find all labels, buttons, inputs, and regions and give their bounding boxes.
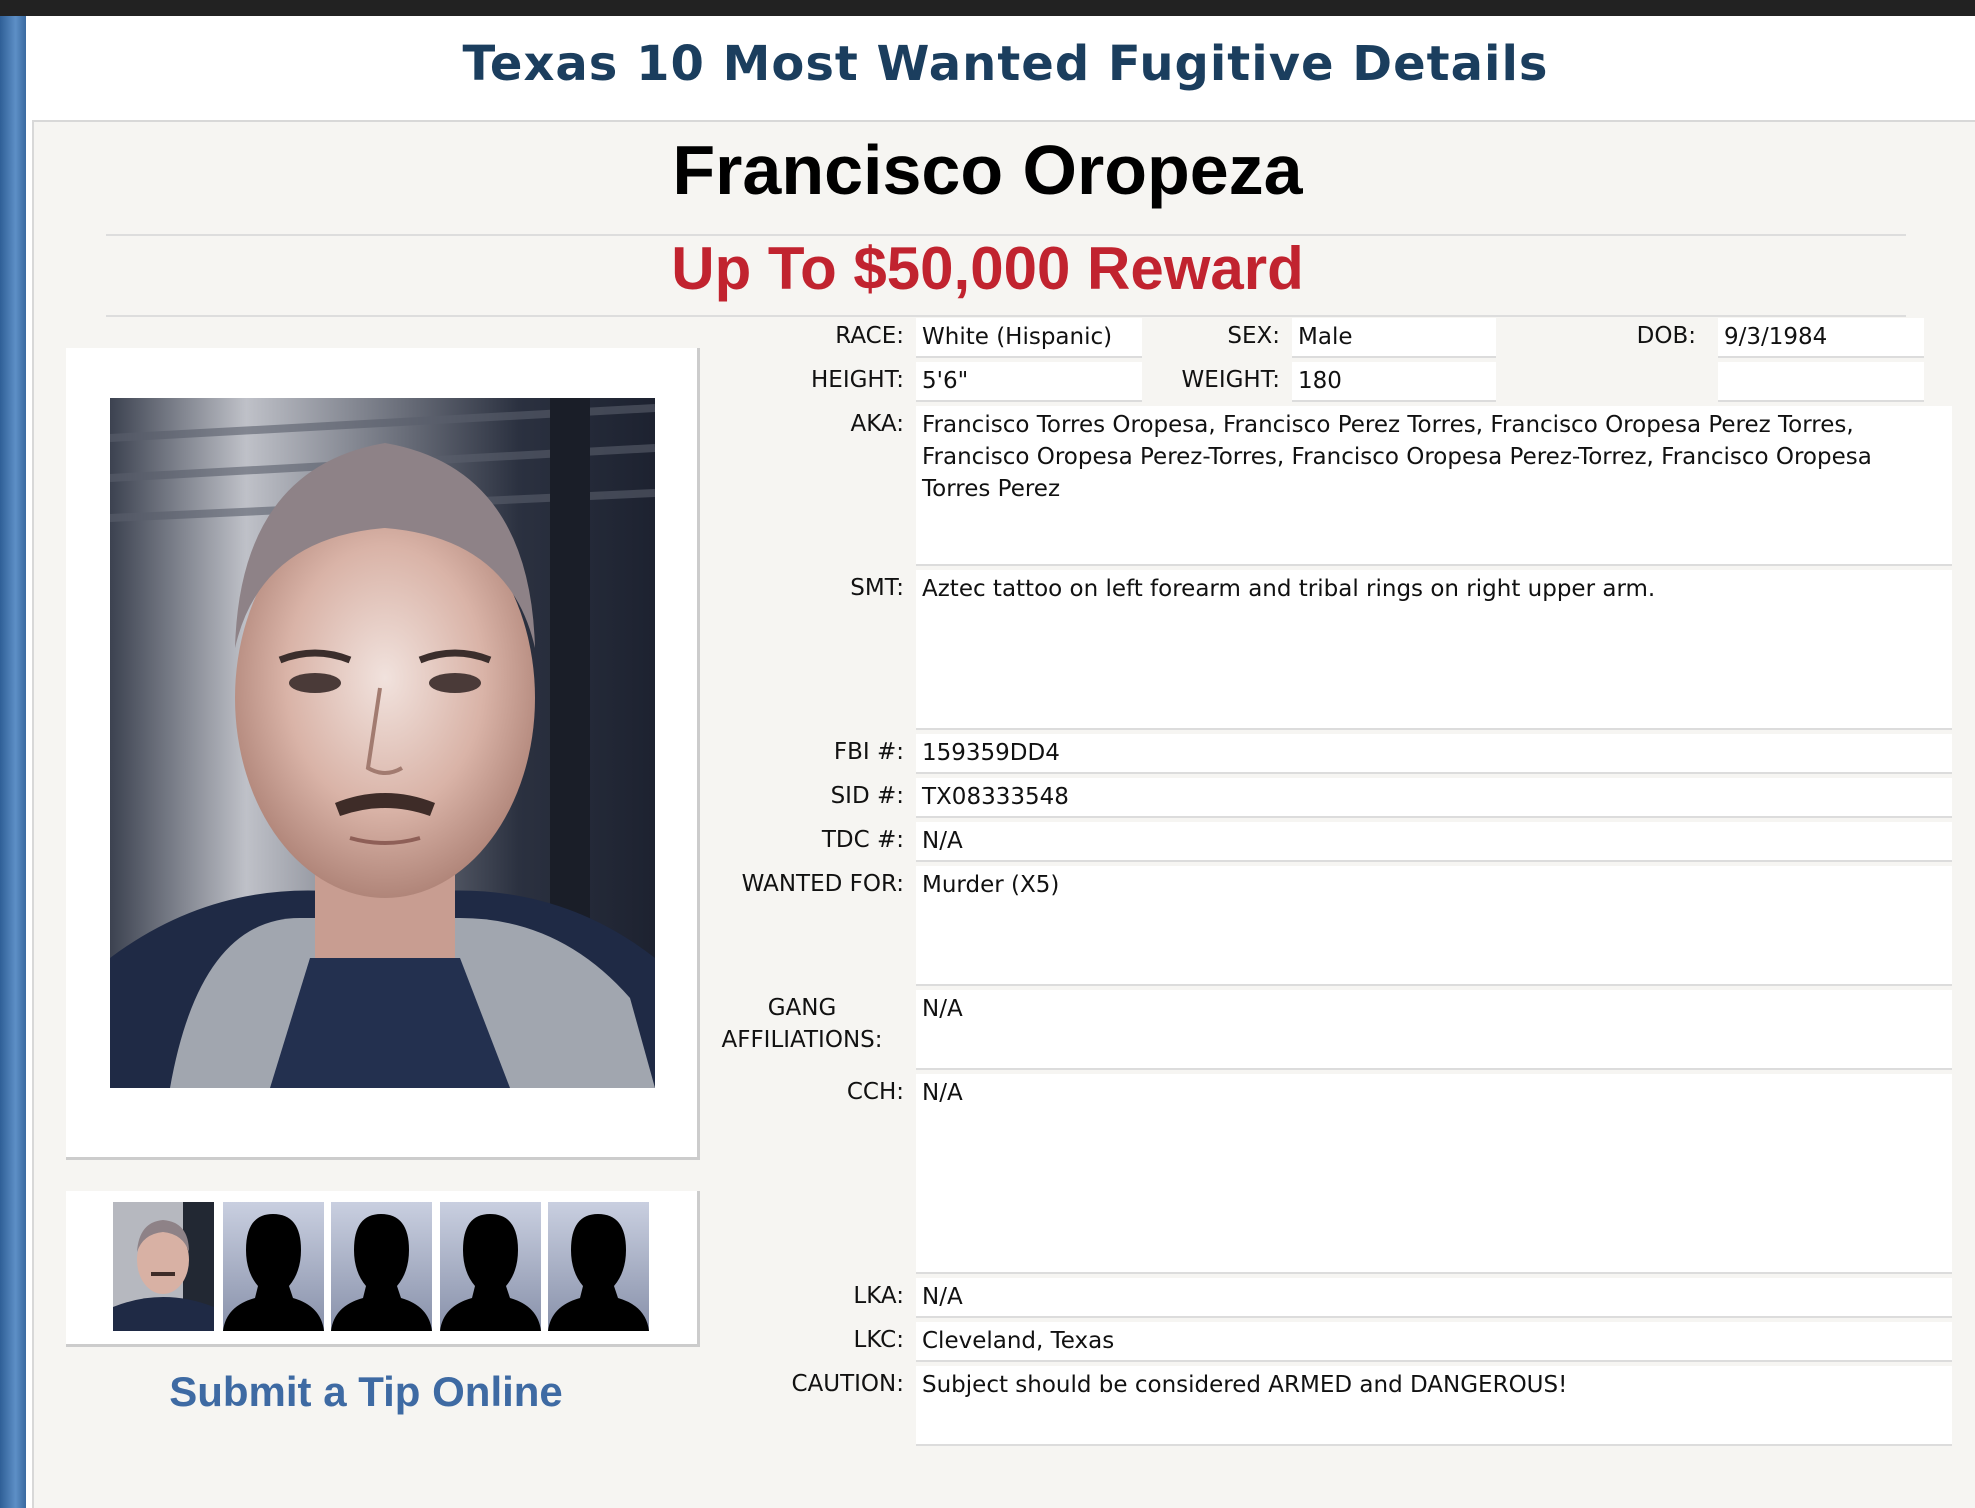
gang-label: GANG AFFILIATIONS: (700, 992, 904, 1056)
weight-label: WEIGHT: (1181, 367, 1280, 393)
mugshot-photo (110, 398, 655, 1088)
silhouette-placeholder-icon[interactable] (548, 1202, 649, 1331)
race-label: RACE: (835, 323, 904, 349)
gang-value: N/A (916, 990, 1952, 1070)
lka-value: N/A (916, 1278, 1952, 1318)
tdc-value: N/A (916, 822, 1952, 862)
silhouette-placeholder-icon[interactable] (331, 1202, 432, 1331)
fbi-value: 159359DD4 (916, 734, 1952, 774)
mugshot-thumbnail[interactable] (113, 1202, 214, 1331)
divider (106, 315, 1906, 317)
weight-value: 180 (1292, 362, 1496, 402)
dob-value: 9/3/1984 (1718, 318, 1924, 358)
race-value: White (Hispanic) (916, 318, 1142, 358)
lka-label: LKA: (853, 1283, 904, 1309)
gang-label-line1: GANG (767, 995, 837, 1021)
caution-value: Subject should be considered ARMED and D… (916, 1366, 1952, 1446)
dob-label: DOB: (1636, 323, 1696, 349)
sex-label: SEX: (1227, 323, 1280, 349)
sid-label: SID #: (830, 783, 904, 809)
reward-text: Up To $50,000 Reward (671, 235, 1304, 302)
smt-label: SMT: (850, 575, 904, 601)
lkc-value: Cleveland, Texas (916, 1322, 1952, 1362)
wanted-for-label: WANTED FOR: (741, 871, 904, 897)
window-top-bar (0, 0, 1975, 16)
fbi-label: FBI #: (833, 739, 904, 765)
fugitive-name: Francisco Oropeza (672, 131, 1303, 209)
smt-value: Aztec tattoo on left forearm and tribal … (916, 570, 1952, 730)
page-title: Texas 10 Most Wanted Fugitive Details (462, 36, 1549, 92)
caution-label: CAUTION: (791, 1371, 904, 1397)
submit-tip-link[interactable]: Submit a Tip Online (66, 1368, 666, 1416)
silhouette-placeholder-icon[interactable] (440, 1202, 541, 1331)
wanted-for-value: Murder (X5) (916, 866, 1952, 986)
cch-value: N/A (916, 1074, 1952, 1274)
height-value: 5'6" (916, 362, 1142, 402)
aka-label: AKA: (850, 411, 905, 437)
height-label: HEIGHT: (811, 367, 904, 393)
tdc-label: TDC #: (821, 827, 904, 853)
gang-label-line2: AFFILIATIONS: (721, 1027, 883, 1053)
cch-label: CCH: (846, 1079, 904, 1105)
lkc-label: LKC: (853, 1327, 904, 1353)
aka-value: Francisco Torres Oropesa, Francisco Pere… (916, 406, 1952, 566)
empty-cell (1718, 362, 1924, 402)
sex-value: Male (1292, 318, 1496, 358)
sid-value: TX08333548 (916, 778, 1952, 818)
silhouette-placeholder-icon[interactable] (223, 1202, 324, 1331)
